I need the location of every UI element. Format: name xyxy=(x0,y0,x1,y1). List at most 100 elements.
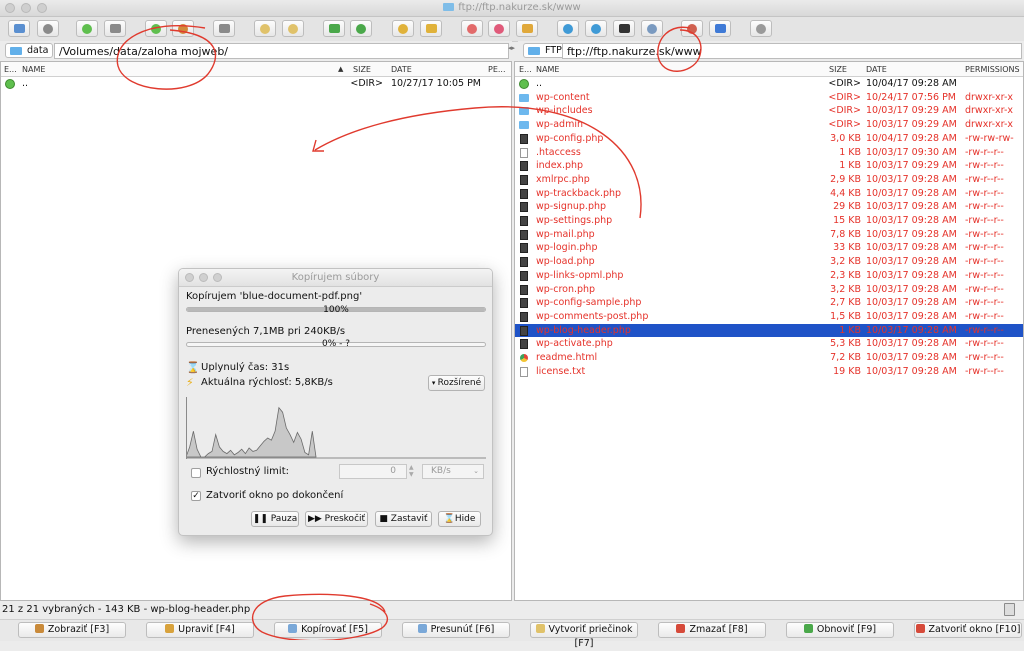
file-row[interactable]: wp-content <DIR> 10/24/17 07:56 PM drwxr-xr… xyxy=(515,91,1023,105)
col-name[interactable]: NAME xyxy=(536,65,559,74)
file-row[interactable]: wp-settings.php 15 KB 10/03/17 09:28 AM -rw… xyxy=(515,214,1023,228)
archive-toolbar-button[interactable] xyxy=(392,20,414,37)
file-row[interactable]: license.txt 19 KB 10/03/17 09:28 AM -rw-r--… xyxy=(515,365,1023,379)
file-row[interactable]: wp-comments-post.php 1,5 KB 10/03/17 09:28… xyxy=(515,310,1023,324)
right-file-panel[interactable]: E... NAME SIZE DATE PERMISSIONS .. <DIR> 1… xyxy=(514,61,1024,601)
php-file-icon xyxy=(520,188,528,199)
pencil-fkey-button[interactable]: Upraviť [F4] xyxy=(146,622,254,638)
network-toolbar-button[interactable] xyxy=(557,20,579,37)
refresh-fkey-button[interactable]: Obnoviť [F9] xyxy=(786,622,894,638)
file-row[interactable]: readme.html 7,2 KB 10/03/17 09:28 AM -rw-r-… xyxy=(515,351,1023,365)
tools-toolbar-button[interactable] xyxy=(681,20,703,37)
magnifier-fkey-button[interactable]: Zobraziť [F3] xyxy=(18,622,126,638)
key-toolbar-button[interactable] xyxy=(516,20,538,37)
home-toolbar-button[interactable] xyxy=(172,20,194,37)
screen-toolbar-button[interactable] xyxy=(641,20,663,37)
file-row[interactable]: wp-cron.php 3,2 KB 10/03/17 09:28 AM -rw-r-… xyxy=(515,283,1023,297)
sync-toolbar-button[interactable] xyxy=(350,20,372,37)
left-path-field[interactable]: /Volumes/data/zaloha mojweb/ xyxy=(54,43,509,59)
move-fkey-button[interactable]: Presunúť [F6] xyxy=(402,622,510,638)
col-name[interactable]: NAME xyxy=(22,65,45,74)
file-row[interactable]: wp-activate.php 5,3 KB 10/03/17 09:28 AM -r… xyxy=(515,337,1023,351)
php-file-icon xyxy=(520,284,528,295)
globe-toolbar-button[interactable] xyxy=(585,20,607,37)
left-drive-button[interactable]: data xyxy=(5,43,54,58)
delete-fkey-button[interactable]: Zmazať [F8] xyxy=(658,622,766,638)
hide-button[interactable]: ⌛Hide xyxy=(438,511,481,527)
col-size[interactable]: SIZE xyxy=(353,65,371,74)
trash-icon[interactable] xyxy=(1004,603,1015,616)
right-path-field[interactable]: ftp://ftp.nakurze.sk/www xyxy=(562,43,1022,59)
col-size[interactable]: SIZE xyxy=(829,65,847,74)
file-name: license.txt xyxy=(536,365,586,377)
select-arrow-icon: ⌄ xyxy=(473,467,479,475)
refresh-toolbar-button[interactable] xyxy=(323,20,345,37)
document-icon xyxy=(520,147,528,158)
file-row[interactable]: .. <DIR> 10/27/17 10:05 PM xyxy=(1,77,511,91)
file-row[interactable]: wp-config.php 3,0 KB 10/04/17 09:28 AM -rw-… xyxy=(515,132,1023,146)
php-file-icon xyxy=(520,270,528,281)
bookmark-toolbar-button[interactable] xyxy=(461,20,483,37)
terminal-toolbar-button[interactable] xyxy=(613,20,635,37)
file-name: wp-config-sample.php xyxy=(536,297,642,309)
pause-button[interactable]: ❚❚ Pauza xyxy=(251,511,299,527)
col-date[interactable]: DATE xyxy=(866,65,887,74)
new-tab-toolbar-button[interactable] xyxy=(8,20,30,37)
close-window-fkey-button[interactable]: Zatvoriť okno [F10] xyxy=(914,622,1022,638)
file-size: <DIR> xyxy=(828,119,861,131)
speed-limit-checkbox[interactable] xyxy=(191,468,201,478)
php-file-icon xyxy=(520,298,528,309)
stepper-icon[interactable]: ▲ ▼ xyxy=(409,464,414,478)
sync-icon xyxy=(356,24,366,34)
speed-limit-input[interactable]: 0 xyxy=(339,464,407,479)
new-folder-toolbar-button[interactable] xyxy=(254,20,276,37)
file-row[interactable]: wp-admin <DIR> 10/03/17 09:29 AM drwxr-xr-x xyxy=(515,118,1023,132)
advanced-button[interactable]: ▾ Rozšírené xyxy=(428,375,485,391)
php-file-icon xyxy=(520,133,528,144)
file-row[interactable]: wp-mail.php 7,8 KB 10/03/17 09:28 AM -rw-r-… xyxy=(515,228,1023,242)
favorite-toolbar-button[interactable] xyxy=(488,20,510,37)
col-perm[interactable]: PE... xyxy=(488,65,506,74)
col-ext[interactable]: E... xyxy=(4,65,17,74)
go-toolbar-button[interactable] xyxy=(76,20,98,37)
file-row[interactable]: wp-includes <DIR> 10/03/17 09:29 AM drwxr-x… xyxy=(515,104,1023,118)
file-size: 2,9 KB xyxy=(830,173,861,185)
file-row[interactable]: wp-links-opml.php 2,3 KB 10/03/17 09:28 AM… xyxy=(515,269,1023,283)
file-row[interactable]: .htaccess 1 KB 10/03/17 09:30 AM -rw-r--r-- xyxy=(515,146,1023,160)
file-name: wp-settings.php xyxy=(536,215,613,226)
file-row[interactable]: index.php 1 KB 10/03/17 09:29 AM -rw-r--r-- xyxy=(515,159,1023,173)
delete-folder-toolbar-button[interactable] xyxy=(282,20,304,37)
stop-toolbar-button[interactable] xyxy=(104,20,126,37)
file-row[interactable]: .. <DIR> 10/04/17 09:28 AM xyxy=(515,77,1023,91)
info-toolbar-button[interactable] xyxy=(709,20,731,37)
file-size: <DIR> xyxy=(350,78,383,89)
stop-toolbar-button[interactable] xyxy=(213,20,235,37)
file-date: 10/03/17 09:29 AM xyxy=(866,119,957,131)
file-row[interactable]: wp-login.php 33 KB 10/03/17 09:28 AM -rw-r-… xyxy=(515,241,1023,255)
connect-toolbar-button[interactable] xyxy=(37,20,59,37)
go-toolbar-button[interactable] xyxy=(145,20,167,37)
speed-unit-select[interactable]: KB/s ⌄ xyxy=(422,464,484,479)
copy-fkey-button[interactable]: Kopírovať [F5] xyxy=(274,622,382,638)
close-when-done-checkbox[interactable]: ✓ xyxy=(191,491,201,501)
folder-fkey-button[interactable]: Vytvoriť priečinok [F7] xyxy=(530,622,638,649)
file-row[interactable]: xmlrpc.php 2,9 KB 10/03/17 09:28 AM -rw-r--… xyxy=(515,173,1023,187)
settings-toolbar-button[interactable] xyxy=(750,20,772,37)
file-row[interactable]: wp-trackback.php 4,4 KB 10/03/17 09:28 AM -… xyxy=(515,187,1023,201)
total-progress-label: 0% - ? xyxy=(321,339,351,349)
file-name: wp-comments-post.php xyxy=(536,310,649,322)
col-ext[interactable]: E... xyxy=(519,65,532,74)
bookmark-icon xyxy=(467,24,477,34)
panel-swap-arrows[interactable]: ◂▸ xyxy=(508,44,515,52)
right-drive-button[interactable]: FTP xyxy=(523,43,567,58)
stop-button[interactable]: ■ Zastaviť xyxy=(375,511,432,527)
file-row[interactable]: wp-signup.php 29 KB 10/03/17 09:28 AM -rw-r… xyxy=(515,200,1023,214)
col-date[interactable]: DATE xyxy=(391,65,412,74)
extract-toolbar-button[interactable] xyxy=(420,20,442,37)
file-row[interactable]: wp-blog-header.php 1 KB 10/03/17 09:28 AM -… xyxy=(515,323,1023,338)
file-permissions: -rw-r--r-- xyxy=(965,365,1004,377)
file-row[interactable]: wp-load.php 3,2 KB 10/03/17 09:28 AM -rw-r-… xyxy=(515,255,1023,269)
skip-button[interactable]: ▶▶ Preskočiť xyxy=(305,511,368,527)
file-row[interactable]: wp-config-sample.php 2,7 KB 10/03/17 09:28… xyxy=(515,296,1023,310)
col-perm[interactable]: PERMISSIONS xyxy=(965,65,1020,74)
